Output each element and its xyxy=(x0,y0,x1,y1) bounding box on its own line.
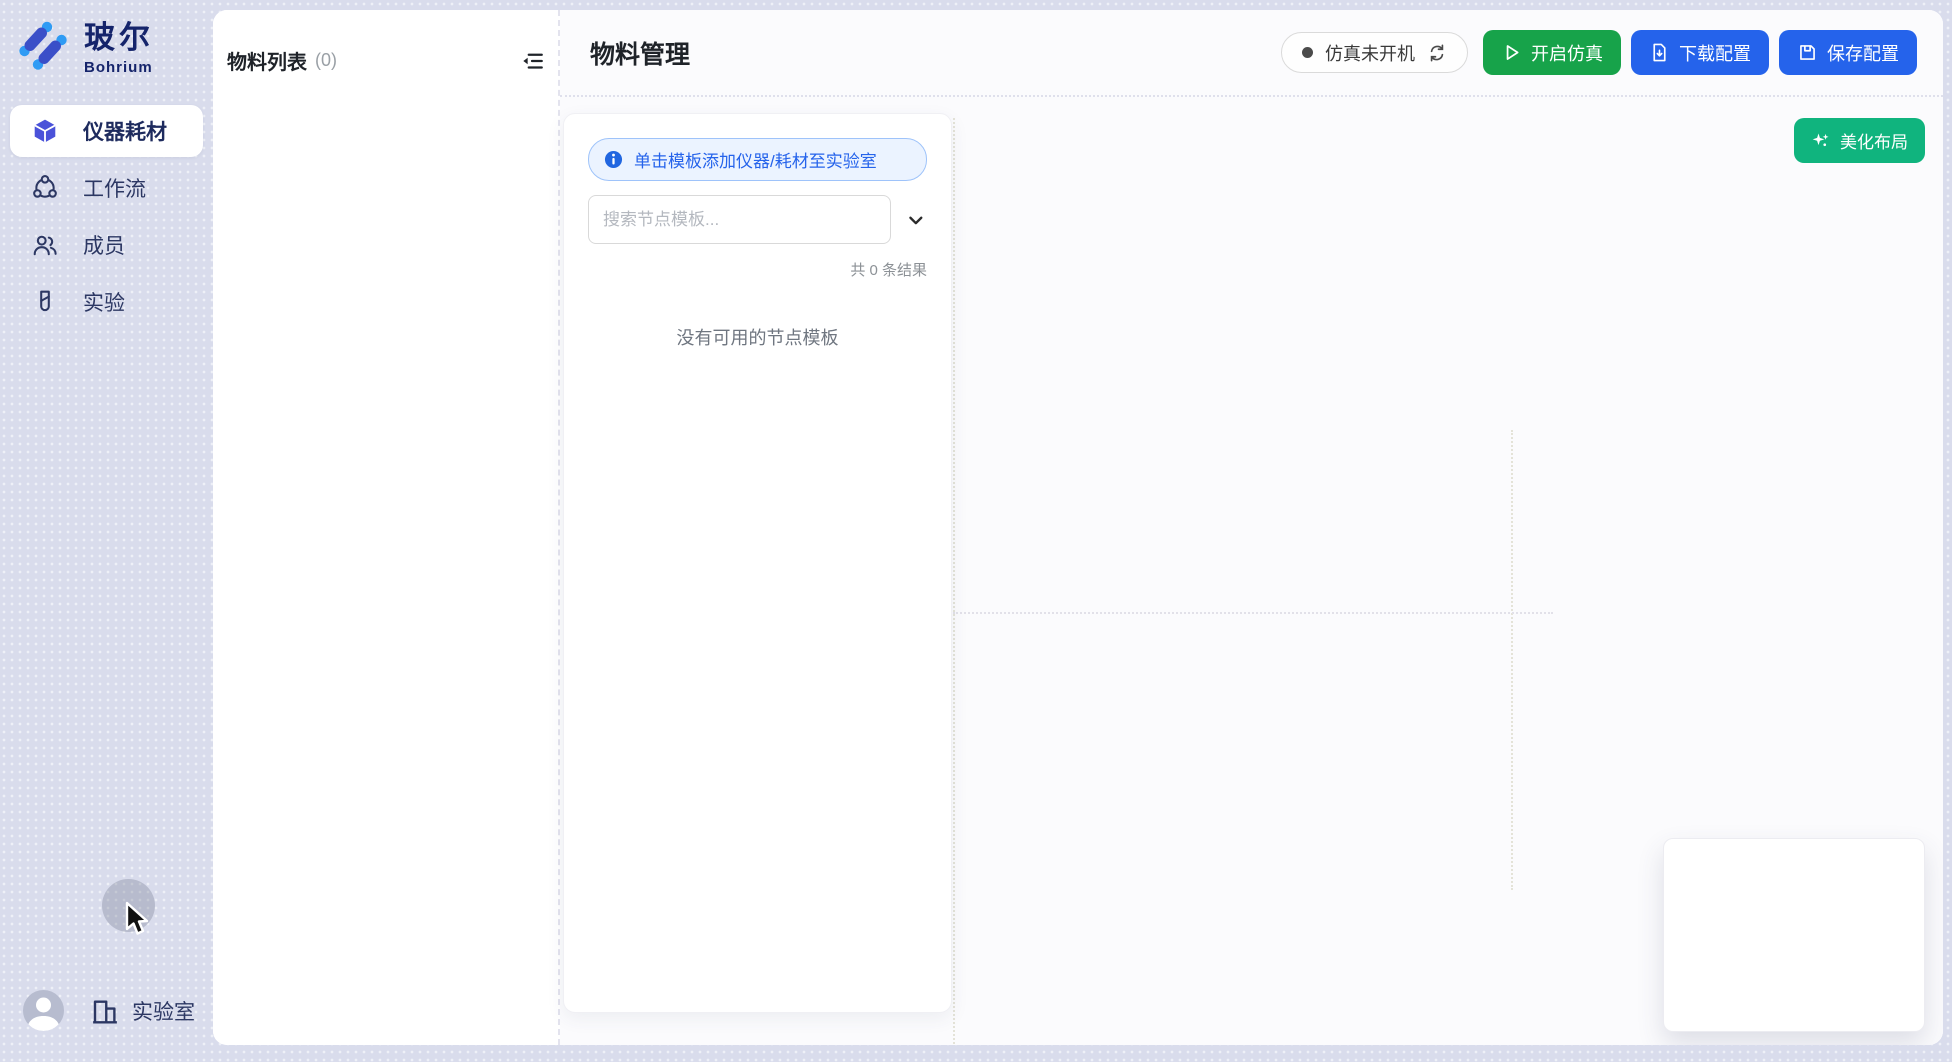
download-config-label: 下载配置 xyxy=(1679,40,1751,66)
cube-icon xyxy=(32,118,58,144)
bohrium-logo-icon xyxy=(18,18,68,72)
sidebar-item-experiments[interactable]: 实验 xyxy=(10,276,203,328)
mouse-cursor xyxy=(124,901,154,939)
page-header: 物料管理 仿真未开机 开启仿真 xyxy=(560,10,1943,97)
save-config-button[interactable]: 保存配置 xyxy=(1779,30,1917,75)
sidebar-nav: 仪器耗材 工作流 成员 实验 xyxy=(10,105,203,333)
sidebar-item-label: 成员 xyxy=(83,230,125,260)
info-icon xyxy=(604,150,623,169)
page-title: 物料管理 xyxy=(590,35,690,71)
collapse-panel-icon[interactable] xyxy=(519,48,545,74)
simulation-status-text: 仿真未开机 xyxy=(1325,40,1415,66)
beautify-layout-label: 美化布局 xyxy=(1840,128,1908,153)
hint-banner: 单击模板添加仪器/耗材至实验室 xyxy=(588,138,927,181)
beautify-layout-button[interactable]: 美化布局 xyxy=(1794,118,1925,163)
brand-logo: 玻尔 Bohrium xyxy=(18,18,154,76)
lab-label: 实验室 xyxy=(132,996,195,1026)
workflow-icon xyxy=(32,175,58,201)
brand-name-en: Bohrium xyxy=(84,59,154,76)
sidebar-item-label: 工作流 xyxy=(83,173,146,203)
members-icon xyxy=(32,232,58,258)
material-list-count: (0) xyxy=(315,50,337,71)
start-simulation-button[interactable]: 开启仿真 xyxy=(1483,30,1621,75)
material-list-panel: 物料列表 (0) xyxy=(213,10,560,1045)
search-input[interactable] xyxy=(588,195,891,244)
hint-text: 单击模板添加仪器/耗材至实验室 xyxy=(634,147,877,172)
canvas-guide-line xyxy=(953,118,955,1045)
minimap-panel[interactable] xyxy=(1663,838,1925,1032)
experiment-icon xyxy=(32,289,58,315)
refresh-icon[interactable] xyxy=(1427,43,1447,63)
sidebar-footer: 实验室 xyxy=(0,990,213,1034)
sidebar-item-label: 实验 xyxy=(83,287,125,317)
save-config-label: 保存配置 xyxy=(1827,40,1899,66)
search-row xyxy=(588,195,927,244)
header-controls: 仿真未开机 开启仿真 xyxy=(1281,30,1917,75)
canvas-guide-line xyxy=(1511,430,1513,890)
empty-templates-text: 没有可用的节点模板 xyxy=(588,324,927,350)
sidebar-item-workflow[interactable]: 工作流 xyxy=(10,162,203,214)
lab-entry[interactable]: 实验室 xyxy=(90,996,195,1026)
content-card: 物料列表 (0) 物料管理 仿真未开机 xyxy=(213,10,1943,1045)
material-list-header: 物料列表 (0) xyxy=(227,46,545,75)
sidebar-item-label: 仪器耗材 xyxy=(83,116,167,146)
chevron-down-icon[interactable] xyxy=(905,209,927,231)
canvas-guide-line xyxy=(953,612,1553,614)
template-panel: 单击模板添加仪器/耗材至实验室 共 0 条结果 没有可用的节点模板 xyxy=(563,113,952,1013)
material-list-title: 物料列表 xyxy=(227,46,307,75)
download-file-icon xyxy=(1649,42,1670,63)
sidebar-item-instruments[interactable]: 仪器耗材 xyxy=(10,105,203,157)
sparkles-icon xyxy=(1811,131,1831,151)
brand-name-zh: 玻尔 xyxy=(84,22,154,53)
sidebar-item-members[interactable]: 成员 xyxy=(10,219,203,271)
building-icon xyxy=(90,996,120,1026)
main-region: 物料管理 仿真未开机 开启仿真 xyxy=(560,10,1943,1045)
status-dot-icon xyxy=(1302,47,1313,58)
start-simulation-label: 开启仿真 xyxy=(1531,40,1603,66)
save-icon xyxy=(1797,42,1818,63)
play-icon xyxy=(1501,42,1522,63)
result-count: 共 0 条结果 xyxy=(588,259,927,280)
avatar[interactable] xyxy=(23,990,64,1031)
person-icon xyxy=(23,990,64,1031)
simulation-status-pill: 仿真未开机 xyxy=(1281,32,1468,73)
download-config-button[interactable]: 下载配置 xyxy=(1631,30,1769,75)
